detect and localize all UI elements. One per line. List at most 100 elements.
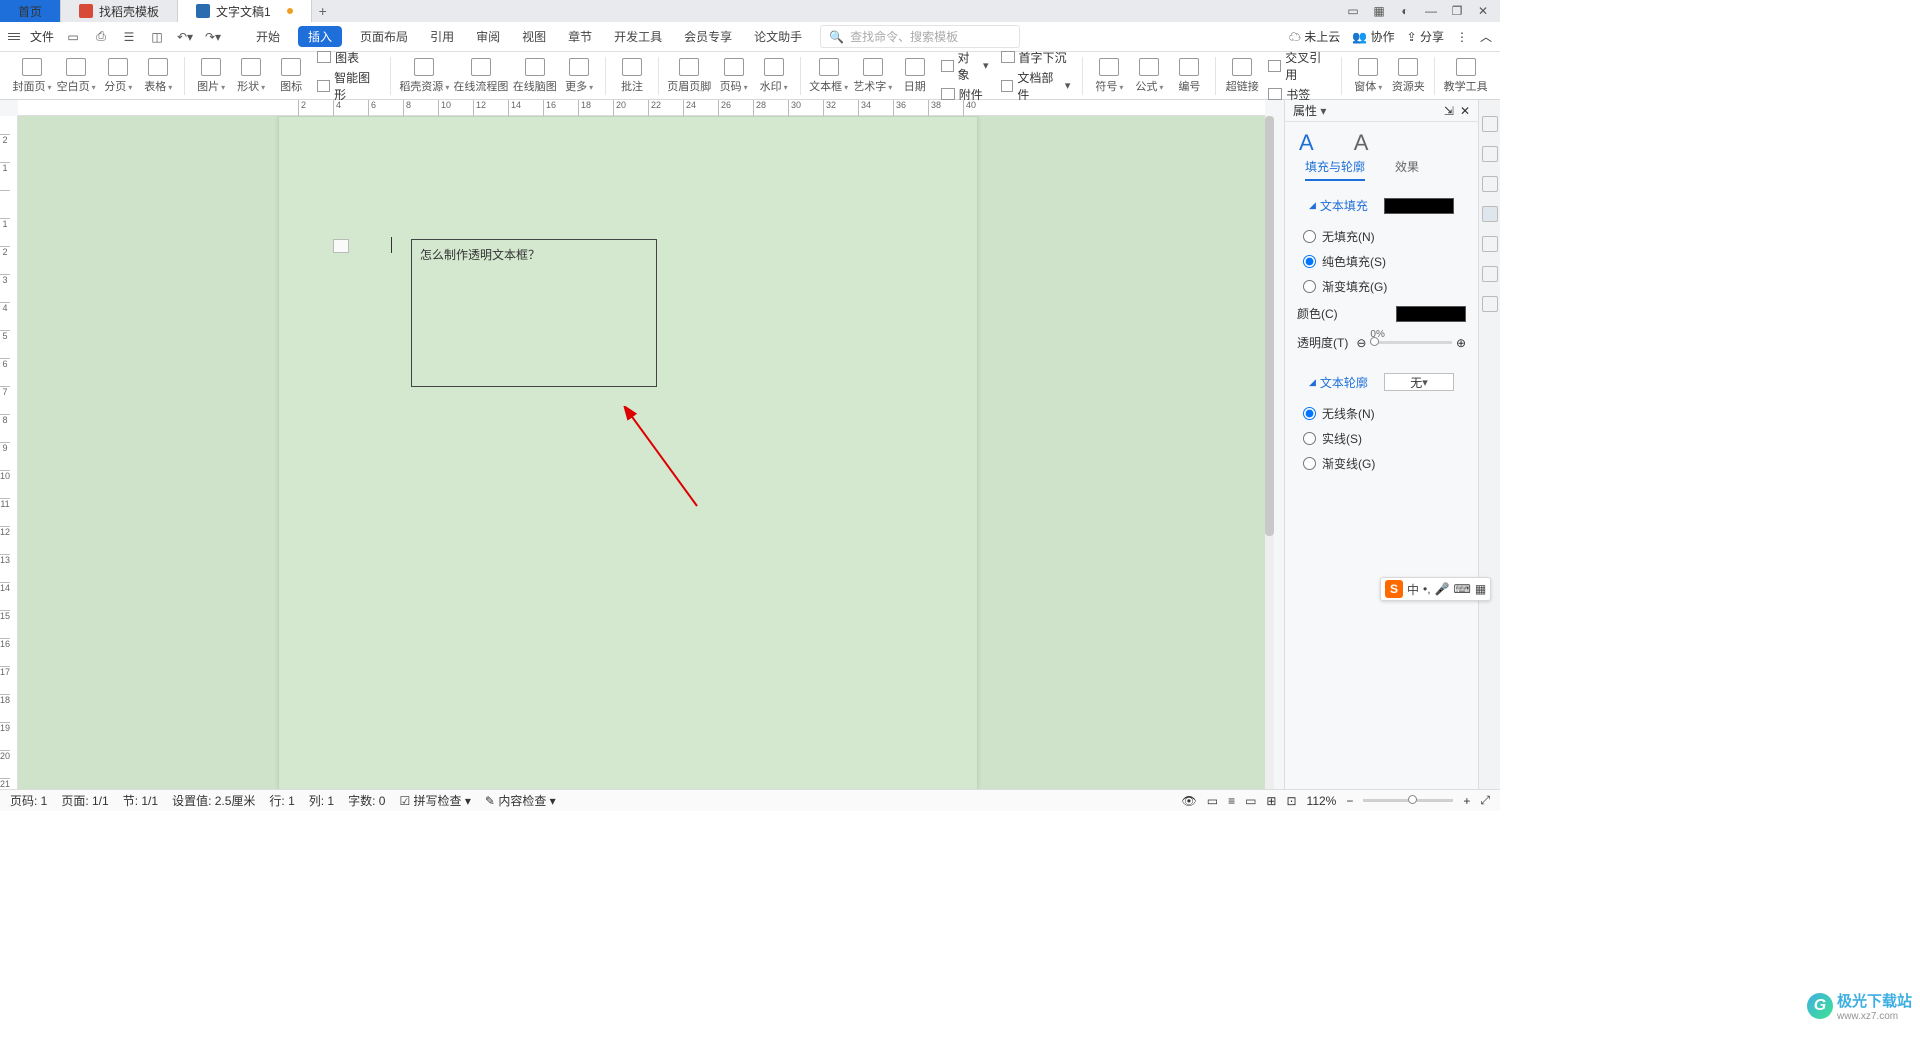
blank-button[interactable]: 空白页 — [54, 54, 98, 98]
formula-button[interactable]: 公式 — [1129, 54, 1169, 98]
radio-gradient-line[interactable]: 渐变线(G) — [1285, 451, 1478, 476]
tab-view[interactable]: 视图 — [518, 26, 550, 47]
maximize-button[interactable]: ❐ — [1448, 2, 1466, 20]
icon-button[interactable]: 图标 — [271, 54, 311, 98]
layout-icon[interactable]: ▭ — [1344, 2, 1362, 20]
fullscreen-icon[interactable]: ⤢ — [1480, 793, 1490, 808]
zoom-slider[interactable] — [1363, 799, 1453, 802]
picture-button[interactable]: 图片 — [191, 54, 231, 98]
scroll-thumb[interactable] — [1265, 116, 1274, 536]
horizontal-ruler[interactable]: 246810121416182022242628303234363840 — [18, 100, 1265, 116]
color-picker[interactable] — [1396, 306, 1466, 322]
preview-icon[interactable]: ☰ — [120, 29, 138, 45]
cover-button[interactable]: 封面页 — [10, 54, 54, 98]
tab-template[interactable]: 找稻壳模板 — [61, 0, 178, 22]
pagenum-button[interactable]: 页码 — [714, 54, 754, 98]
zoom-out-icon[interactable]: − — [1346, 794, 1353, 808]
rail-clipboard-icon[interactable] — [1482, 296, 1498, 312]
vertical-ruler[interactable]: 2112345678910111213141516171819202122232… — [0, 116, 18, 789]
zoom-in-icon[interactable]: + — [1463, 794, 1470, 808]
subtab-fill[interactable]: 填充与轮廓 — [1305, 158, 1365, 181]
tab-insert[interactable]: 插入 — [298, 26, 342, 47]
tab-section[interactable]: 章节 — [564, 26, 596, 47]
cloud-status[interactable]: ☁ 未上云 — [1289, 28, 1340, 45]
section-text-fill[interactable]: 文本填充 — [1309, 197, 1368, 214]
viewmode2-icon[interactable]: ≡ — [1228, 794, 1235, 808]
more-button[interactable]: 更多 — [559, 54, 599, 98]
tab-paper[interactable]: 论文助手 — [750, 26, 806, 47]
tab-review[interactable]: 审阅 — [472, 26, 504, 47]
viewmode3-icon[interactable]: ▭ — [1245, 794, 1256, 808]
outline-select[interactable]: 无 ▾ — [1384, 373, 1454, 391]
grid-icon[interactable]: ▦ — [1370, 2, 1388, 20]
undo-icon[interactable]: ↶▾ — [176, 29, 194, 45]
tab-dev[interactable]: 开发工具 — [610, 26, 666, 47]
docer-res-button[interactable]: 稻壳资源 — [397, 54, 451, 98]
close-panel-icon[interactable]: ✕ — [1460, 104, 1470, 118]
form-button[interactable]: 窗体 — [1348, 54, 1388, 98]
status-contentcheck[interactable]: ✎ 内容检查 ▾ — [485, 792, 556, 809]
firstchar-pair[interactable]: 首字下沉文档部件▾ — [995, 54, 1077, 98]
object-pair[interactable]: 对象▾附件 — [935, 54, 995, 98]
headerfooter-button[interactable]: 页眉页脚 — [665, 54, 714, 98]
export-icon[interactable]: ◫ — [148, 29, 166, 45]
fill-swatch[interactable] — [1384, 198, 1454, 214]
flowchart-button[interactable]: 在线流程图 — [451, 54, 510, 98]
ime-keyboard-icon[interactable]: ⌨ — [1454, 582, 1471, 596]
rail-image-icon[interactable] — [1482, 236, 1498, 252]
collab-button[interactable]: 👥 协作 — [1352, 28, 1394, 45]
fit-icon[interactable]: ⊡ — [1286, 794, 1296, 808]
watermark-button[interactable]: 水印 — [754, 54, 794, 98]
rail-format-icon[interactable] — [1482, 116, 1498, 132]
rail-select-icon[interactable] — [1482, 176, 1498, 192]
menu-icon[interactable] — [8, 33, 20, 40]
status-page[interactable]: 页面: 1/1 — [61, 792, 108, 809]
section-text-outline[interactable]: 文本轮廓 — [1309, 374, 1368, 391]
close-button[interactable]: ✕ — [1474, 2, 1492, 20]
ime-grid-icon[interactable]: ▦ — [1475, 582, 1486, 596]
break-button[interactable]: 分页 — [98, 54, 138, 98]
page[interactable]: 怎么制作透明文本框？ — [278, 116, 978, 789]
ime-toolbar[interactable]: S 中 •, 🎤 ⌨ ▦ — [1380, 577, 1491, 601]
zoom-value[interactable]: 112% — [1307, 794, 1337, 808]
subtab-effect[interactable]: 效果 — [1395, 158, 1419, 181]
viewmode4-icon[interactable]: ⊞ — [1266, 794, 1276, 808]
document-canvas[interactable]: 怎么制作透明文本框？ — [18, 116, 1265, 789]
textbox-button[interactable]: 文本框 — [807, 54, 851, 98]
table-button[interactable]: 表格 — [138, 54, 178, 98]
print-icon[interactable]: ⎙ — [92, 29, 110, 45]
rail-location-icon[interactable] — [1482, 266, 1498, 282]
opacity-inc-icon[interactable]: ⊕ — [1456, 336, 1466, 350]
eye-icon[interactable]: 👁 — [1181, 794, 1196, 808]
respane-button[interactable]: 资源夹 — [1388, 54, 1428, 98]
hyperlink-button[interactable]: 超链接 — [1222, 54, 1262, 98]
share-button[interactable]: ⇪ 分享 — [1407, 28, 1444, 45]
file-menu[interactable]: 文件 — [30, 28, 54, 45]
status-words[interactable]: 字数: 0 — [348, 792, 385, 809]
mode-fill-icon[interactable]: A — [1299, 130, 1314, 156]
tab-document[interactable]: 文字文稿1 — [178, 0, 312, 22]
chevron-up-icon[interactable]: ︿ — [1480, 28, 1492, 45]
avatar-icon[interactable]: ◐ — [1396, 2, 1414, 20]
shape-button[interactable]: 形状 — [231, 54, 271, 98]
symbol-button[interactable]: 符号 — [1089, 54, 1129, 98]
ime-mic-icon[interactable]: 🎤 — [1435, 582, 1450, 596]
comment-button[interactable]: 批注 — [612, 54, 652, 98]
radio-gradient-fill[interactable]: 渐变填充(G) — [1285, 274, 1478, 299]
tab-layout[interactable]: 页面布局 — [356, 26, 412, 47]
vertical-scrollbar[interactable] — [1265, 116, 1274, 789]
radio-no-fill[interactable]: 无填充(N) — [1285, 224, 1478, 249]
tab-start[interactable]: 开始 — [252, 26, 284, 47]
more-menu-icon[interactable]: ⋮ — [1456, 30, 1468, 44]
mode-effect-icon[interactable]: A — [1354, 130, 1369, 156]
rail-pen-icon[interactable] — [1482, 146, 1498, 162]
status-pagecode[interactable]: 页码: 1 — [10, 792, 47, 809]
teach-button[interactable]: 教学工具 — [1441, 54, 1490, 98]
new-tab-button[interactable]: + — [312, 3, 334, 19]
status-spellcheck[interactable]: ☑ 拼写检查 ▾ — [399, 792, 470, 809]
numbering-button[interactable]: 编号 — [1169, 54, 1209, 98]
textbox[interactable]: 怎么制作透明文本框？ — [411, 239, 657, 387]
viewmode1-icon[interactable]: ▭ — [1207, 794, 1218, 808]
page-float-icon[interactable] — [333, 239, 349, 253]
chart-pair[interactable]: 图表智能图形 — [311, 54, 384, 98]
